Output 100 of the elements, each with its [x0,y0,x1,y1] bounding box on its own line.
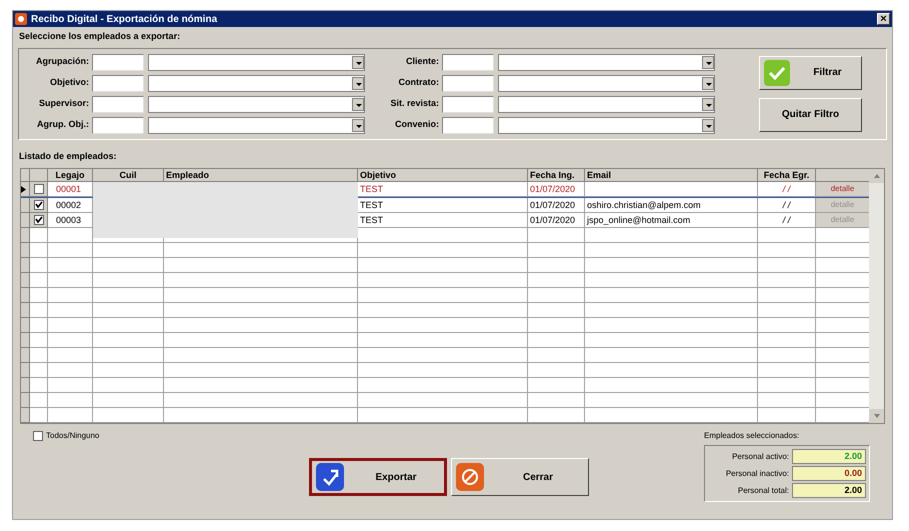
table-cell: TEST [358,198,528,213]
filter-label: Agrupación: [35,55,89,68]
window-title: Recibo Digital - Exportación de nómina [31,12,218,26]
table-cell [93,333,164,348]
table-cell [48,393,93,408]
table-cell [30,393,48,408]
summary-title: Empleados seleccionados: [704,430,800,442]
detail-button[interactable]: detalle [816,182,869,197]
filter-label: Cliente: [404,55,439,68]
filter-button[interactable]: Quitar Filtro [759,98,862,132]
table-cell [48,288,93,303]
column-header[interactable]: Email [585,169,758,182]
summary-value: 2.00 [792,449,866,464]
table-cell [93,258,164,273]
table-cell [758,273,816,288]
table-cell [48,303,93,318]
caret-icon [352,76,364,90]
table-cell [30,408,48,423]
app-icon [15,13,27,25]
caret-icon [352,98,364,110]
caret-icon [702,56,714,68]
code-field[interactable] [442,96,494,112]
row-checkbox[interactable] [34,215,44,225]
table-cell [48,273,93,288]
table-cell [528,273,585,288]
caret-icon [352,56,364,68]
table-cell [758,258,816,273]
list-title: Listado de empleados: [19,150,118,163]
caret-icon [702,118,714,132]
dropdown[interactable] [498,96,715,112]
code-field[interactable] [92,116,144,134]
row-checkbox[interactable] [34,200,44,210]
table-cell [48,348,93,363]
summary-value: 0.00 [792,466,866,481]
table-cell [528,333,585,348]
table-cell [528,228,585,243]
table-cell [528,363,585,378]
table-cell [30,363,48,378]
table-cell [93,318,164,333]
scroll-up-icon[interactable] [869,169,884,183]
table-cell [93,243,164,258]
table-cell [93,393,164,408]
select-all-checkbox[interactable] [33,431,43,441]
table-cell [30,258,48,273]
scroll-down-icon[interactable] [869,409,884,423]
table-cell: TEST [358,213,528,228]
column-header[interactable]: Fecha Egr. [758,169,816,182]
table-cell [758,363,816,378]
dropdown[interactable] [148,74,365,92]
close-button[interactable]: × [877,13,890,25]
section-title: Seleccione los empleados a exportar: [19,30,182,43]
dropdown[interactable] [148,116,365,134]
dropdown[interactable] [148,54,365,70]
table-cell [93,273,164,288]
table-cell [48,378,93,393]
dropdown[interactable] [498,54,715,70]
code-field[interactable] [442,116,494,134]
export-button[interactable]: Exportar [309,458,447,496]
stop-icon [456,463,484,491]
dropdown[interactable] [498,74,715,92]
table-cell [758,288,816,303]
code-field[interactable] [92,74,144,92]
table-cell [30,378,48,393]
column-header[interactable]: Objetivo [358,169,528,182]
table-cell [30,303,48,318]
table-cell [30,228,48,243]
table-cell [93,288,164,303]
table-cell [528,258,585,273]
close-dialog-button[interactable]: Cerrar [451,458,589,496]
code-field[interactable] [442,74,494,92]
row-checkbox[interactable] [34,184,44,194]
table-cell [758,318,816,333]
dropdown[interactable] [148,96,365,112]
select-all-label: Todos/Ninguno [46,430,100,442]
table-cell [528,393,585,408]
table-cell [758,333,816,348]
table-cell [758,393,816,408]
row-header[interactable] [21,182,30,197]
summary-value: 2.00 [792,483,866,498]
caret-icon [352,118,364,132]
table-cell [528,243,585,258]
code-field[interactable] [442,54,494,70]
filter-label: Sit. revista: [389,97,439,110]
code-field[interactable] [92,54,144,70]
code-field[interactable] [92,96,144,112]
table-cell [93,363,164,378]
filter-button[interactable]: Filtrar [759,56,862,90]
table-cell [93,378,164,393]
table-cell: jspo_online@hotmail.com [585,213,758,228]
table-cell [48,333,93,348]
dropdown[interactable] [498,116,715,134]
table-cell [48,363,93,378]
caret-icon [702,98,714,110]
table-cell [528,288,585,303]
scrollbar[interactable] [869,169,884,423]
table-cell [758,243,816,258]
column-header[interactable]: Legajo [48,169,93,182]
column-header[interactable]: Fecha Ing. [528,169,585,182]
caret-icon [702,76,714,90]
row-pointer-icon [21,186,26,192]
